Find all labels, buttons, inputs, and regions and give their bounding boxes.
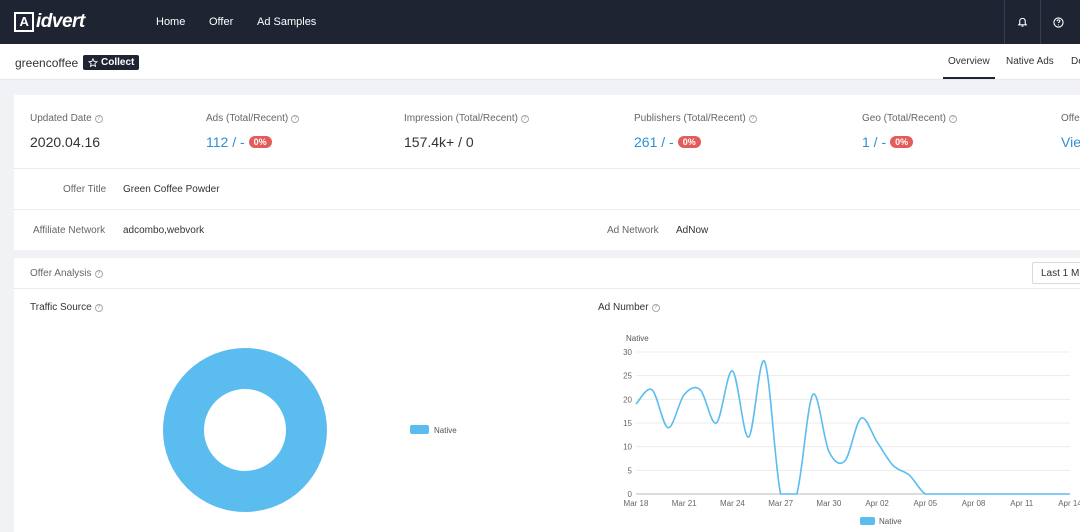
notifications-button[interactable]	[1004, 0, 1040, 44]
y-tick-label: 25	[623, 372, 632, 381]
help-icon[interactable]: ?	[748, 114, 757, 123]
section-title-text: Offer Analysis	[30, 268, 92, 279]
stat-value-offer-view[interactable]: Vie	[1061, 134, 1080, 150]
traffic-source-donut-chart: Native	[163, 348, 457, 512]
nav-offer[interactable]: Offer	[209, 16, 233, 28]
help-icon[interactable]: ?	[291, 114, 300, 123]
offer-analysis-title: Offer Analysis?	[30, 268, 103, 279]
y-tick-label: 0	[628, 490, 633, 499]
help-button[interactable]	[1040, 0, 1076, 44]
bell-icon	[1017, 17, 1028, 27]
help-icon	[1053, 16, 1064, 28]
section-title-text: Traffic Source	[30, 302, 92, 313]
ad-network-label: Ad Network	[607, 225, 659, 236]
help-icon[interactable]: ?	[651, 303, 660, 312]
top-navbar: A idvert Home Offer Ad Samples	[0, 0, 1080, 44]
ad-number-title: Ad Number?	[598, 302, 660, 313]
stat-label-text: Geo (Total/Recent)	[862, 113, 946, 124]
offer-title-value: Green Coffee Powder	[123, 184, 220, 195]
collect-button[interactable]: Collect	[83, 55, 140, 70]
x-tick-label: Mar 24	[720, 499, 745, 508]
stat-value-text: 112 / -	[206, 134, 245, 150]
offer-subheader: greencoffee Collect Overview Native Ads …	[0, 44, 1080, 80]
stat-label-text: Ads (Total/Recent)	[206, 113, 289, 124]
affiliate-network-value: adcombo,webvork	[123, 225, 205, 236]
traffic-source-title: Traffic Source?	[30, 302, 103, 313]
stat-value-ads[interactable]: 112 / -0%	[206, 134, 272, 150]
active-tab-indicator	[943, 77, 995, 79]
stat-value-text: 1 / -	[862, 134, 887, 150]
tab-native-ads[interactable]: Native Ads	[1006, 56, 1054, 67]
stat-label-offer: Offe	[1061, 113, 1080, 124]
date-range-select[interactable]: Last 1 M	[1032, 262, 1080, 284]
legend-swatch	[860, 517, 875, 525]
offer-summary-card: Updated Date? 2020.04.16 Ads (Total/Rece…	[14, 95, 1080, 250]
help-icon[interactable]: ?	[94, 269, 103, 278]
stat-label-updated: Updated Date?	[30, 113, 103, 124]
stat-label-geo: Geo (Total/Recent)?	[862, 113, 957, 124]
x-tick-label: Apr 02	[865, 499, 889, 508]
stat-value-publishers[interactable]: 261 / -0%	[634, 134, 701, 150]
stat-value-impression: 157.4k+ / 0	[404, 134, 474, 150]
legend-swatch	[410, 425, 429, 434]
affiliate-network-label: Affiliate Network	[33, 225, 106, 236]
stat-value-text: 261 / -	[634, 134, 674, 150]
x-tick-label: Mar 21	[672, 499, 697, 508]
x-tick-label: Mar 18	[624, 499, 649, 508]
help-icon[interactable]: ?	[94, 114, 103, 123]
stat-value-updated: 2020.04.16	[30, 134, 101, 150]
offer-name: greencoffee	[15, 56, 79, 70]
stat-label-impression: Impression (Total/Recent)?	[404, 113, 529, 124]
stat-label-ads: Ads (Total/Recent)?	[206, 113, 300, 124]
nav-home[interactable]: Home	[156, 16, 185, 28]
collect-label: Collect	[101, 57, 135, 68]
stat-value-geo[interactable]: 1 / -0%	[862, 134, 914, 150]
legend-label: Native	[879, 517, 902, 526]
y-tick-label: 20	[623, 395, 632, 404]
logo-mark: A	[14, 12, 34, 32]
y-axis-label: Native	[626, 334, 649, 343]
help-icon[interactable]: ?	[948, 114, 957, 123]
divider	[14, 209, 1080, 210]
logo-text: idvert	[36, 11, 85, 32]
logo[interactable]: A idvert	[14, 11, 85, 33]
divider	[14, 168, 1080, 169]
donut-slice-native	[163, 348, 327, 512]
change-badge: 0%	[248, 136, 272, 148]
nav-ad-samples[interactable]: Ad Samples	[257, 16, 316, 28]
series-line-native	[635, 360, 1070, 495]
x-tick-label: Mar 30	[816, 499, 841, 508]
y-tick-label: 5	[628, 466, 633, 475]
y-tick-label: 30	[623, 348, 632, 357]
change-badge: 0%	[677, 136, 701, 148]
x-tick-label: Apr 14	[1058, 499, 1080, 508]
stat-label-publishers: Publishers (Total/Recent)?	[634, 113, 757, 124]
tab-overview[interactable]: Overview	[948, 56, 990, 67]
help-icon[interactable]: ?	[520, 114, 529, 123]
stat-label-text: Impression (Total/Recent)	[404, 113, 518, 124]
x-tick-label: Apr 05	[914, 499, 938, 508]
change-badge: 0%	[890, 136, 914, 148]
legend-label: Native	[434, 426, 457, 435]
stat-label-text: Updated Date	[30, 113, 92, 124]
star-icon	[88, 57, 98, 67]
ad-number-line-chart: Native 0 5 10 15 20 25 30 Mar 18 Mar 21 Mar 24 Mar …	[623, 334, 1080, 526]
offer-title-label: Offer Title	[63, 184, 107, 195]
section-title-text: Ad Number	[598, 302, 649, 313]
x-tick-label: Apr 11	[1010, 499, 1034, 508]
offer-analysis-card: Offer Analysis? Last 1 M Traffic Source?…	[14, 258, 1080, 532]
stat-label-text: Publishers (Total/Recent)	[634, 113, 746, 124]
help-icon[interactable]: ?	[94, 303, 103, 312]
divider	[14, 288, 1080, 289]
x-tick-label: Apr 08	[962, 499, 986, 508]
y-tick-label: 10	[623, 443, 632, 452]
tab-de[interactable]: De	[1071, 56, 1080, 67]
y-tick-label: 15	[623, 419, 632, 428]
ad-network-value: AdNow	[676, 225, 709, 236]
x-tick-label: Mar 27	[768, 499, 793, 508]
